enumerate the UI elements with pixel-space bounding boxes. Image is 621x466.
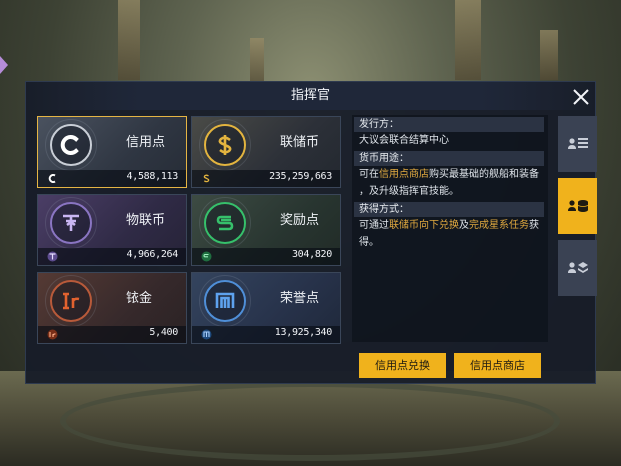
dialog-header: 指挥官 [26,82,595,110]
iot-coin-mini-icon [47,251,58,262]
currency-name: 物联币 [126,213,166,228]
obtain-text: 可通过联储币向下兑换及完成星系任务获 得。 [359,217,543,251]
commander-currency-dialog: 指挥官 信用点 4,588,113 联储币 235,259,663 物联币 4,… [25,81,597,384]
obtain-suffix: 获 [529,220,539,231]
honor-point-mini-icon [201,329,212,340]
iot-coin-icon [45,197,97,249]
usage-prefix: 可在 [359,169,379,180]
obtain-link-exchange: 联储币向下兑换 [389,220,459,231]
currency-footer: 5,400 [38,326,186,343]
tab-commander-items[interactable] [558,240,597,296]
currency-footer: 304,820 [192,248,340,265]
credit-mini-icon [48,174,56,183]
dialog-title: 指挥官 [290,88,330,103]
currency-amount: 235,259,663 [269,171,332,182]
obtain-label: 获得方式： [354,202,544,217]
obtain-prefix: 可通过 [359,220,389,231]
background-pillar [250,38,264,82]
currency-card-credit[interactable]: 信用点 4,588,113 [37,116,187,188]
usage-link: 信用点商店 [379,169,429,180]
usage-text: 可在信用点商店购买最基础的舰船和装备 ，及升级指挥官技能。 [359,166,543,200]
currency-card-honor-point[interactable]: 荣誉点 13,925,340 [191,272,341,344]
currency-name: 铱金 [126,291,153,306]
currency-card-federal-coin[interactable]: 联储币 235,259,663 [191,116,341,188]
currency-amount: 304,820 [291,249,332,260]
federal-coin-mini-icon [203,174,210,183]
reward-point-mini-icon [201,251,212,262]
currency-name: 荣誉点 [280,291,320,306]
currency-footer: 4,588,113 [38,170,186,187]
credit-shop-button[interactable]: 信用点商店 [454,353,541,378]
currency-card-reward-point[interactable]: 奖励点 304,820 [191,194,341,266]
credit-icon [45,119,97,171]
currency-footer: 235,259,663 [192,170,340,187]
close-button[interactable] [569,85,593,109]
commander-currency-icon [567,200,588,212]
commander-list-icon [567,138,588,149]
obtain-line2: 得。 [359,237,379,248]
tab-commander-currency[interactable] [558,178,597,234]
reward-point-icon [199,197,251,249]
iridium-mini-icon [47,329,58,340]
currency-amount: 5,400 [149,327,178,338]
background-pillar [455,0,481,80]
iridium-icon [45,275,97,327]
currency-footer: 4,966,264 [38,248,186,265]
currency-amount: 13,925,340 [274,327,333,338]
commander-items-icon [567,262,588,273]
usage-label: 货币用途： [354,151,544,166]
close-icon [573,89,589,105]
issuer-value: 大议会联合结算中心 [359,135,449,146]
usage-line2: ，及升级指挥官技能。 [359,186,459,197]
background-pillar [118,0,140,80]
currency-card-iridium[interactable]: 铱金 5,400 [37,272,187,344]
issuer-label: 发行方： [354,117,544,132]
currency-footer: 13,925,340 [192,326,340,343]
credit-exchange-button[interactable]: 信用点兑换 [359,353,446,378]
currency-amount: 4,588,113 [126,171,179,182]
edge-indicator-icon [0,56,8,74]
obtain-mid: 及 [459,220,469,231]
federal-coin-icon [199,119,251,171]
currency-card-iot-coin[interactable]: 物联币 4,966,264 [37,194,187,266]
obtain-link-mission: 完成星系任务 [469,220,529,231]
currency-name: 信用点 [126,135,166,150]
currency-name: 联储币 [280,135,320,150]
currency-name: 奖励点 [280,213,320,228]
honor-point-icon [199,275,251,327]
tab-commander-list[interactable] [558,116,597,172]
background-ring [60,381,560,461]
currency-amount: 4,966,264 [126,249,179,260]
usage-suffix: 购买最基础的舰船和装备 [429,169,539,180]
currency-info-panel: 发行方： 大议会联合结算中心 货币用途： 可在信用点商店购买最基础的舰船和装备 … [352,115,548,342]
background-pillar [540,30,558,80]
